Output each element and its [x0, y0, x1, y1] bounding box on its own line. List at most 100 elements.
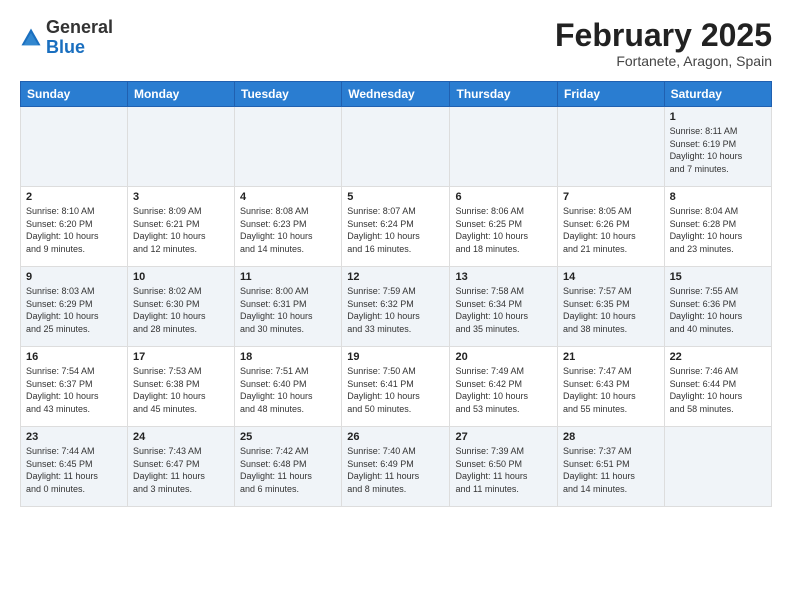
- day-number: 21: [563, 351, 659, 363]
- day-info: Sunrise: 8:03 AM Sunset: 6:29 PM Dayligh…: [26, 285, 122, 335]
- day-number: 1: [670, 111, 766, 123]
- table-row: 1 Sunrise: 8:11 AM Sunset: 6:19 PM Daylig…: [664, 107, 771, 187]
- day-number: 14: [563, 271, 659, 283]
- col-tuesday: Tuesday: [235, 82, 342, 107]
- table-row: 16 Sunrise: 7:54 AM Sunset: 6:37 PM Dayli…: [21, 347, 128, 427]
- day-info: Sunrise: 8:07 AM Sunset: 6:24 PM Dayligh…: [347, 205, 444, 255]
- day-info: Sunrise: 8:11 AM Sunset: 6:19 PM Dayligh…: [670, 125, 766, 175]
- day-number: 5: [347, 191, 444, 203]
- day-info: Sunrise: 8:02 AM Sunset: 6:30 PM Dayligh…: [133, 285, 229, 335]
- day-info: Sunrise: 7:40 AM Sunset: 6:49 PM Dayligh…: [347, 445, 444, 495]
- day-info: Sunrise: 8:09 AM Sunset: 6:21 PM Dayligh…: [133, 205, 229, 255]
- table-row: 26 Sunrise: 7:40 AM Sunset: 6:49 PM Dayli…: [342, 427, 450, 507]
- calendar-header-row: Sunday Monday Tuesday Wednesday Thursday…: [21, 82, 772, 107]
- table-row: 8 Sunrise: 8:04 AM Sunset: 6:28 PM Daylig…: [664, 187, 771, 267]
- day-info: Sunrise: 7:51 AM Sunset: 6:40 PM Dayligh…: [240, 365, 336, 415]
- logo-icon: [20, 27, 42, 49]
- col-wednesday: Wednesday: [342, 82, 450, 107]
- table-row: 5 Sunrise: 8:07 AM Sunset: 6:24 PM Daylig…: [342, 187, 450, 267]
- calendar-week-2: 2 Sunrise: 8:10 AM Sunset: 6:20 PM Daylig…: [21, 187, 772, 267]
- calendar-title: February 2025: [555, 18, 772, 53]
- day-number: 24: [133, 431, 229, 443]
- table-row: 12 Sunrise: 7:59 AM Sunset: 6:32 PM Dayli…: [342, 267, 450, 347]
- table-row: [558, 107, 665, 187]
- page: General Blue February 2025 Fortanete, Ar…: [0, 0, 792, 517]
- table-row: 10 Sunrise: 8:02 AM Sunset: 6:30 PM Dayli…: [127, 267, 234, 347]
- day-info: Sunrise: 7:43 AM Sunset: 6:47 PM Dayligh…: [133, 445, 229, 495]
- table-row: 27 Sunrise: 7:39 AM Sunset: 6:50 PM Dayli…: [450, 427, 558, 507]
- col-friday: Friday: [558, 82, 665, 107]
- day-info: Sunrise: 7:49 AM Sunset: 6:42 PM Dayligh…: [455, 365, 552, 415]
- table-row: 24 Sunrise: 7:43 AM Sunset: 6:47 PM Dayli…: [127, 427, 234, 507]
- table-row: [21, 107, 128, 187]
- day-info: Sunrise: 7:42 AM Sunset: 6:48 PM Dayligh…: [240, 445, 336, 495]
- day-info: Sunrise: 7:59 AM Sunset: 6:32 PM Dayligh…: [347, 285, 444, 335]
- calendar-week-1: 1 Sunrise: 8:11 AM Sunset: 6:19 PM Daylig…: [21, 107, 772, 187]
- header: General Blue February 2025 Fortanete, Ar…: [20, 18, 772, 69]
- table-row: [342, 107, 450, 187]
- logo: General Blue: [20, 18, 113, 58]
- table-row: 9 Sunrise: 8:03 AM Sunset: 6:29 PM Daylig…: [21, 267, 128, 347]
- day-number: 8: [670, 191, 766, 203]
- logo-text: General Blue: [46, 18, 113, 58]
- col-saturday: Saturday: [664, 82, 771, 107]
- day-info: Sunrise: 8:04 AM Sunset: 6:28 PM Dayligh…: [670, 205, 766, 255]
- table-row: 7Sunrise: 8:05 AM Sunset: 6:26 PM Daylig…: [558, 187, 665, 267]
- table-row: 15 Sunrise: 7:55 AM Sunset: 6:36 PM Dayli…: [664, 267, 771, 347]
- table-row: 19Sunrise: 7:50 AM Sunset: 6:41 PM Dayli…: [342, 347, 450, 427]
- day-info: Sunrise: 7:47 AM Sunset: 6:43 PM Dayligh…: [563, 365, 659, 415]
- day-info: Sunrise: 7:55 AM Sunset: 6:36 PM Dayligh…: [670, 285, 766, 335]
- day-number: 22: [670, 351, 766, 363]
- day-info: Sunrise: 7:50 AM Sunset: 6:41 PM Dayligh…: [347, 365, 444, 415]
- day-info: Sunrise: 8:06 AM Sunset: 6:25 PM Dayligh…: [455, 205, 552, 255]
- day-info: Sunrise: 7:58 AM Sunset: 6:34 PM Dayligh…: [455, 285, 552, 335]
- calendar-week-4: 16 Sunrise: 7:54 AM Sunset: 6:37 PM Dayli…: [21, 347, 772, 427]
- day-info: Sunrise: 7:57 AM Sunset: 6:35 PM Dayligh…: [563, 285, 659, 335]
- day-number: 23: [26, 431, 122, 443]
- table-row: 25 Sunrise: 7:42 AM Sunset: 6:48 PM Dayli…: [235, 427, 342, 507]
- calendar-subtitle: Fortanete, Aragon, Spain: [555, 53, 772, 69]
- table-row: 11Sunrise: 8:00 AM Sunset: 6:31 PM Dayli…: [235, 267, 342, 347]
- table-row: [127, 107, 234, 187]
- day-info: Sunrise: 8:10 AM Sunset: 6:20 PM Dayligh…: [26, 205, 122, 255]
- table-row: [450, 107, 558, 187]
- day-number: 28: [563, 431, 659, 443]
- title-block: February 2025 Fortanete, Aragon, Spain: [555, 18, 772, 69]
- table-row: 28 Sunrise: 7:37 AM Sunset: 6:51 PM Dayli…: [558, 427, 665, 507]
- day-info: Sunrise: 7:54 AM Sunset: 6:37 PM Dayligh…: [26, 365, 122, 415]
- day-number: 2: [26, 191, 122, 203]
- day-number: 13: [455, 271, 552, 283]
- table-row: 6 Sunrise: 8:06 AM Sunset: 6:25 PM Daylig…: [450, 187, 558, 267]
- day-number: 16: [26, 351, 122, 363]
- table-row: 21 Sunrise: 7:47 AM Sunset: 6:43 PM Dayli…: [558, 347, 665, 427]
- col-sunday: Sunday: [21, 82, 128, 107]
- calendar-table: Sunday Monday Tuesday Wednesday Thursday…: [20, 81, 772, 507]
- table-row: 20Sunrise: 7:49 AM Sunset: 6:42 PM Dayli…: [450, 347, 558, 427]
- day-number: 25: [240, 431, 336, 443]
- table-row: [664, 427, 771, 507]
- day-number: 26: [347, 431, 444, 443]
- day-number: 27: [455, 431, 552, 443]
- day-info: Sunrise: 7:46 AM Sunset: 6:44 PM Dayligh…: [670, 365, 766, 415]
- day-number: 18: [240, 351, 336, 363]
- table-row: [235, 107, 342, 187]
- logo-general: General: [46, 17, 113, 37]
- table-row: 18 Sunrise: 7:51 AM Sunset: 6:40 PM Dayli…: [235, 347, 342, 427]
- calendar-week-5: 23Sunrise: 7:44 AM Sunset: 6:45 PM Dayli…: [21, 427, 772, 507]
- day-number: 4: [240, 191, 336, 203]
- day-number: 6: [455, 191, 552, 203]
- day-info: Sunrise: 7:53 AM Sunset: 6:38 PM Dayligh…: [133, 365, 229, 415]
- day-info: Sunrise: 7:39 AM Sunset: 6:50 PM Dayligh…: [455, 445, 552, 495]
- day-info: Sunrise: 7:37 AM Sunset: 6:51 PM Dayligh…: [563, 445, 659, 495]
- day-number: 12: [347, 271, 444, 283]
- day-info: Sunrise: 8:05 AM Sunset: 6:26 PM Dayligh…: [563, 205, 659, 255]
- day-number: 9: [26, 271, 122, 283]
- day-number: 15: [670, 271, 766, 283]
- table-row: 17Sunrise: 7:53 AM Sunset: 6:38 PM Dayli…: [127, 347, 234, 427]
- day-info: Sunrise: 8:00 AM Sunset: 6:31 PM Dayligh…: [240, 285, 336, 335]
- day-number: 10: [133, 271, 229, 283]
- table-row: 23Sunrise: 7:44 AM Sunset: 6:45 PM Dayli…: [21, 427, 128, 507]
- table-row: 14 Sunrise: 7:57 AM Sunset: 6:35 PM Dayli…: [558, 267, 665, 347]
- col-monday: Monday: [127, 82, 234, 107]
- col-thursday: Thursday: [450, 82, 558, 107]
